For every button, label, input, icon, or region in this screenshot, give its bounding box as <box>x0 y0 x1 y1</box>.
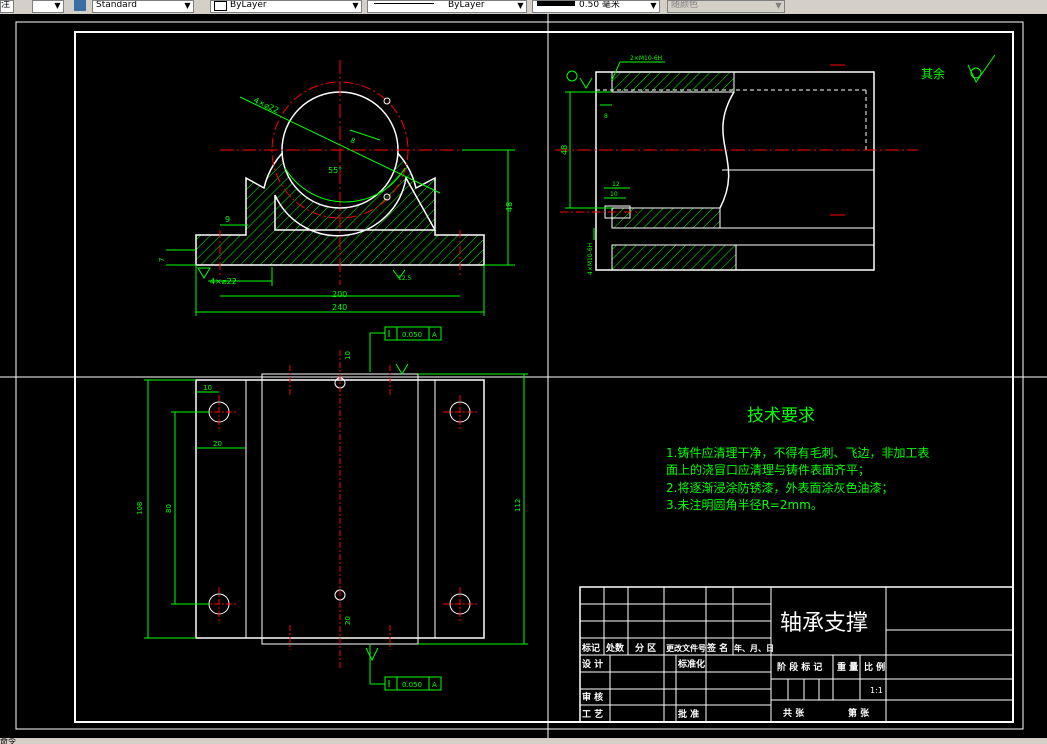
front-view-dim-240: 240 <box>332 303 347 312</box>
svg-text:7: 7 <box>158 258 166 262</box>
svg-text:8: 8 <box>604 113 608 120</box>
svg-text:设 计: 设 计 <box>582 658 603 670</box>
text-style-icon <box>74 0 86 11</box>
svg-text:其余: 其余 <box>921 66 945 81</box>
svg-text:分 区: 分 区 <box>635 642 656 654</box>
svg-text:12.5: 12.5 <box>398 275 412 282</box>
front-view: 4×⌀22 55° 8 48 9 7 4×⌀22 200 240 12.5 <box>158 60 515 316</box>
svg-text:48: 48 <box>560 145 569 155</box>
chevron-down-icon[interactable]: ▼ <box>516 1 525 12</box>
requirement-line: 1.铸件应清理干净，不得有毛刺、飞边，非加工表 <box>666 445 929 460</box>
chevron-down-icon[interactable]: ▼ <box>774 1 783 12</box>
front-view-hole-top <box>383 97 391 105</box>
color-dropdown[interactable]: 随颜色 ▼ <box>667 0 785 13</box>
svg-text:80: 80 <box>165 504 173 513</box>
title-block <box>579 586 1014 723</box>
svg-text:4×M10-6H: 4×M10-6H <box>587 243 594 275</box>
svg-text:0.050: 0.050 <box>402 331 422 339</box>
side-section-view: 48 8 12 10 2×M10-6H 4×M10-6H <box>555 55 918 275</box>
svg-text:工 艺: 工 艺 <box>582 708 603 720</box>
svg-text:标记: 标记 <box>581 642 600 654</box>
svg-text:年、月、日: 年、月、日 <box>734 643 774 653</box>
svg-text:12: 12 <box>612 181 620 188</box>
side-top-hatch <box>611 71 735 93</box>
svg-text:A: A <box>432 331 437 339</box>
svg-text:112: 112 <box>514 499 522 512</box>
svg-text:重 量: 重 量 <box>837 661 858 673</box>
svg-text:更改文件号: 更改文件号 <box>666 643 706 653</box>
svg-text:1:1: 1:1 <box>870 686 883 695</box>
linetype-dropdown[interactable]: ByLayer ▼ <box>367 0 527 13</box>
svg-text:第 张: 第 张 <box>848 707 870 719</box>
svg-text:A: A <box>432 681 437 689</box>
svg-text:2×M10-6H: 2×M10-6H <box>630 55 662 62</box>
svg-text:55°: 55° <box>328 166 342 175</box>
roughness-note: 其余 <box>921 54 996 83</box>
cad-drawing: 4×⌀22 55° 8 48 9 7 4×⌀22 200 240 12.5 48… <box>0 14 1047 738</box>
technical-requirements: 技术要求 1.铸件应清理干净，不得有毛刺、飞边，非加工表 面上的浇冒口应清理与铸… <box>666 406 929 512</box>
front-view-dim-200: 200 <box>332 290 347 299</box>
svg-text:10: 10 <box>610 191 618 198</box>
properties-toolbar: 注 ▼ Standard ▼ ByLayer ▼ ByLayer ▼ 0.50 毫米 ▼… <box>0 0 1047 15</box>
outer-frame <box>15 21 1024 730</box>
chevron-down-icon[interactable]: ▼ <box>649 1 658 12</box>
lineweight-preview <box>537 1 575 6</box>
svg-text:阶 段 标 记: 阶 段 标 记 <box>777 661 822 673</box>
requirement-line: 2.将逐渐浸涂防锈漆，外表面涂灰色油漆； <box>666 480 893 495</box>
svg-text:20: 20 <box>344 616 352 625</box>
svg-text:108: 108 <box>136 502 144 515</box>
side-base-hatch <box>611 244 737 271</box>
drawing-canvas[interactable]: 4×⌀22 55° 8 48 9 7 4×⌀22 200 240 12.5 48… <box>0 14 1047 738</box>
svg-text:20: 20 <box>213 440 222 448</box>
requirements-title: 技术要求 <box>747 406 815 426</box>
part-name: 轴承支撑 <box>780 611 868 636</box>
top-view: 108 80 112 10 20 10 20 <box>136 350 528 670</box>
svg-text:批 准: 批 准 <box>678 708 699 720</box>
svg-text:处数: 处数 <box>605 642 625 654</box>
svg-text:9: 9 <box>225 215 230 224</box>
chevron-down-icon[interactable]: ▼ <box>351 1 360 12</box>
linetype-preview <box>374 2 434 4</box>
svg-text:审 核: 审 核 <box>582 691 603 703</box>
requirement-line: 面上的浇冒口应清理与铸件表面齐平； <box>666 462 870 477</box>
layer-dropdown[interactable]: ByLayer ▼ <box>210 0 362 13</box>
svg-text:4×⌀22: 4×⌀22 <box>252 96 280 115</box>
svg-text:4×⌀22: 4×⌀22 <box>210 277 237 286</box>
tolerance-frame-top: 0.050 A <box>369 326 442 372</box>
chevron-down-icon[interactable]: ▼ <box>183 1 192 12</box>
svg-text:标准化: 标准化 <box>677 658 705 670</box>
requirement-line: 3.未注明圆角半径R=2mm。 <box>666 497 823 512</box>
tolerance-frame-bottom: 0.050 A <box>369 644 442 691</box>
lineweight-dropdown[interactable]: 0.50 毫米 ▼ <box>532 0 660 13</box>
front-view-dim-height: 48 <box>505 202 514 212</box>
layer-color-swatch <box>214 1 227 11</box>
svg-text:签 名: 签 名 <box>706 642 728 654</box>
text-style-dropdown[interactable]: Standard ▼ <box>92 0 194 13</box>
cut-label: 注 <box>0 0 14 13</box>
svg-text:0.050: 0.050 <box>402 681 422 689</box>
svg-text:比 例: 比 例 <box>864 661 885 673</box>
chevron-down-icon[interactable]: ▼ <box>53 1 62 12</box>
svg-text:共 张: 共 张 <box>783 707 805 719</box>
dim-style-dropdown[interactable]: ▼ <box>32 0 64 13</box>
command-line[interactable]: 命令 <box>0 738 1047 744</box>
svg-text:10: 10 <box>344 351 352 360</box>
svg-text:10: 10 <box>203 384 212 392</box>
